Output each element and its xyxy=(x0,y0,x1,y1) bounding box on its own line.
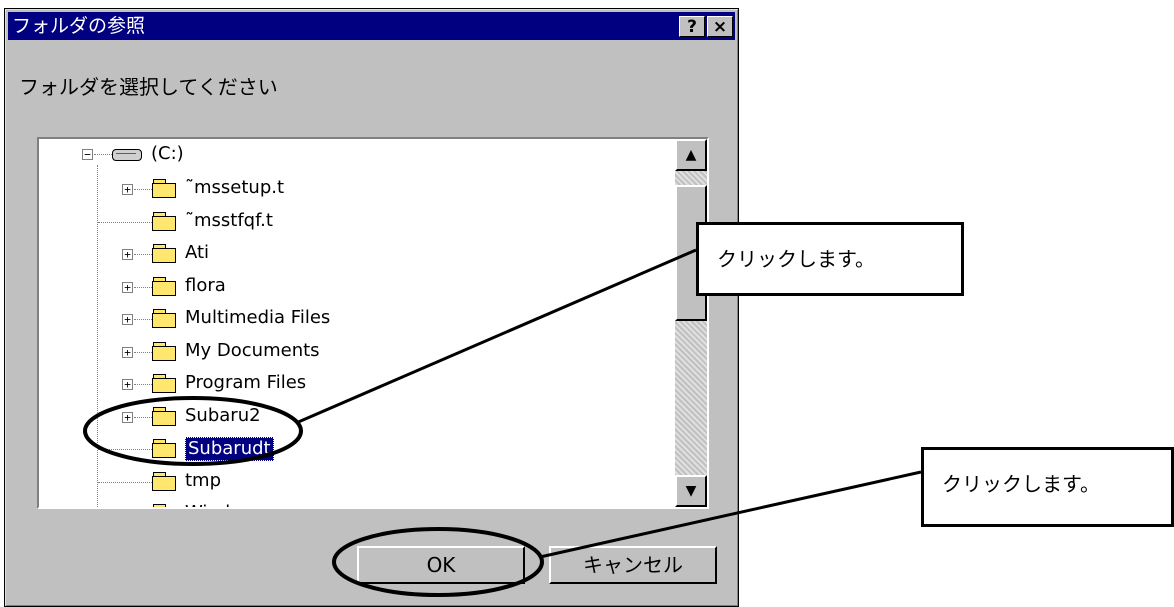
folder-icon xyxy=(152,374,178,394)
tree-content: − (C:) + ˜mssetup.t ˜msstfqf.t + Ati + flora + M… xyxy=(39,139,675,507)
tree-connector xyxy=(134,189,152,190)
tree-item-label[interactable]: Multimedia Files xyxy=(185,307,330,329)
folder-icon xyxy=(152,276,178,297)
tree-item-label[interactable]: tmp xyxy=(185,470,221,492)
tree-connector xyxy=(94,154,112,155)
expand-toggle[interactable]: + xyxy=(122,184,133,195)
tree-connector xyxy=(134,351,152,353)
folder-icon xyxy=(152,211,178,232)
callout-click-ok: クリックします。 xyxy=(921,447,1174,527)
folder-icon xyxy=(152,341,178,362)
callout-select-folder: クリックします。 xyxy=(696,222,964,296)
tree-connector xyxy=(134,416,152,418)
expand-toggle[interactable]: + xyxy=(122,411,133,423)
folder-icon xyxy=(152,179,178,199)
tree-root-label[interactable]: (C:) xyxy=(151,143,184,165)
tree-connector xyxy=(134,319,152,320)
expand-toggle[interactable]: + xyxy=(122,281,133,293)
tree-item-label[interactable]: ˜mssetup.t xyxy=(185,177,284,199)
folder-icon xyxy=(152,309,178,329)
tree-item-label[interactable]: Subaru2 xyxy=(185,405,261,427)
folder-icon xyxy=(152,244,178,264)
tree-connector xyxy=(134,286,152,288)
drive-icon xyxy=(112,149,142,161)
dialog-prompt: フォルダを選択してください xyxy=(19,75,278,99)
tree-item-selected-label[interactable]: Subarudt xyxy=(185,437,274,461)
scroll-up-button[interactable]: ▲ xyxy=(675,139,707,171)
expand-toggle[interactable]: + xyxy=(122,314,133,325)
callout-text: クリックします。 xyxy=(717,247,875,271)
cancel-button[interactable]: キャンセル xyxy=(549,546,717,584)
help-button[interactable]: ? xyxy=(679,16,705,37)
folder-icon xyxy=(152,406,178,427)
tree-connector xyxy=(134,384,152,385)
ok-button[interactable]: OK xyxy=(357,546,525,584)
title-bar: フォルダの参照 ? × xyxy=(8,12,735,40)
close-button[interactable]: × xyxy=(707,16,733,37)
folder-browse-dialog: フォルダの参照 ? × フォルダを選択してください − (C:) + ˜msset… xyxy=(4,8,739,607)
folder-tree[interactable]: − (C:) + ˜mssetup.t ˜msstfqf.t + Ati + flora + M… xyxy=(37,137,709,509)
folder-icon xyxy=(152,504,178,507)
tree-connector xyxy=(98,481,152,483)
tree-connector xyxy=(98,221,152,223)
open-folder-icon xyxy=(152,439,178,459)
folder-icon xyxy=(152,471,178,492)
tree-item-label[interactable]: Program Files xyxy=(185,372,306,394)
tree-connector xyxy=(134,254,152,255)
window-title: フォルダの参照 xyxy=(12,15,146,37)
expand-toggle[interactable]: + xyxy=(122,346,133,358)
expand-toggle[interactable]: + xyxy=(122,249,133,260)
expand-toggle[interactable]: + xyxy=(122,379,133,390)
collapse-toggle[interactable]: − xyxy=(82,149,93,160)
tree-guide-line xyxy=(97,165,98,507)
tree-item-label[interactable]: ˜msstfqf.t xyxy=(185,210,273,232)
tree-item-label[interactable]: Ati xyxy=(185,242,209,264)
callout-text: クリックします。 xyxy=(942,472,1100,496)
vertical-scrollbar[interactable]: ▲ ▼ xyxy=(675,139,707,507)
tree-item-label[interactable]: My Documents xyxy=(185,340,320,362)
tree-connector xyxy=(98,449,152,450)
tree-item-label[interactable]: flora xyxy=(185,275,226,297)
scroll-down-button[interactable]: ▼ xyxy=(675,475,707,507)
tree-item-label[interactable]: Windows xyxy=(185,502,265,507)
